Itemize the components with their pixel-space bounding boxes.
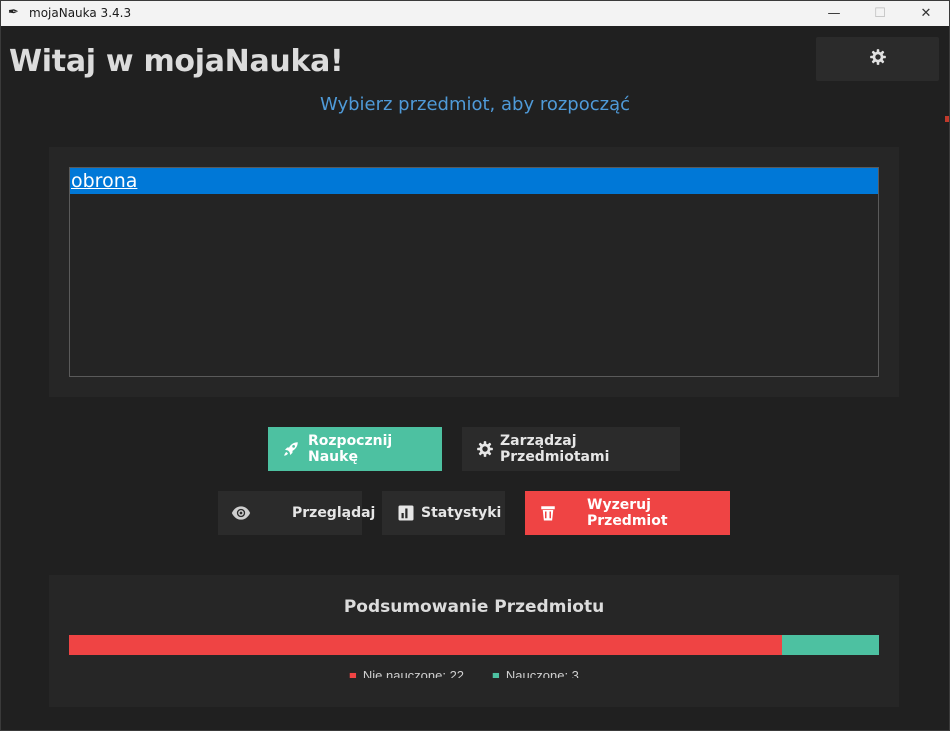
statistics-button[interactable]: Statystyki: [382, 491, 505, 535]
trash-icon: [539, 504, 557, 522]
red-dot-icon: ■: [349, 668, 357, 678]
browse-button[interactable]: Przeglądaj: [218, 491, 375, 535]
maximize-button[interactable]: ☐: [857, 1, 903, 26]
minimize-button[interactable]: —: [811, 1, 857, 26]
close-button[interactable]: ✕: [903, 1, 949, 26]
green-dot-icon: ■: [492, 668, 500, 678]
subtitle: Wybierz przedmiot, aby rozpocząć: [319, 94, 631, 115]
chart-icon: [397, 504, 415, 522]
page-title: Witaj w mojaNauka!: [9, 44, 344, 79]
main-area: Witaj w mojaNauka! Wybierz przedmiot, ab…: [1, 26, 949, 730]
start-learning-label: Rozpocznij Naukę: [308, 433, 393, 465]
summary-title: Podsumowanie Przedmiotu: [343, 597, 605, 617]
subject-summary-panel: Podsumowanie Przedmiotu ■ Nie nauczone: 2…: [49, 575, 899, 707]
not-learned-segment: [69, 635, 782, 655]
start-learning-button[interactable]: Rozpocznij Naukę: [268, 427, 442, 471]
list-item[interactable]: obrona: [70, 168, 878, 194]
rocket-icon: [282, 440, 300, 458]
gear-icon: [476, 440, 494, 458]
reset-subject-button[interactable]: Wyzeruj Przedmiot: [525, 491, 730, 535]
legend-not-learned: ■ Nie nauczone: 22: [349, 668, 464, 678]
window-title: mojaNauka 3.4.3: [29, 6, 132, 20]
progress-bar: [69, 635, 879, 655]
settings-button[interactable]: [816, 37, 939, 81]
legend: ■ Nie nauczone: 22 ■ Nauczone: 3: [49, 665, 899, 678]
learned-segment: [781, 635, 879, 655]
browse-label: Przeglądaj: [292, 505, 376, 521]
gear-icon: [869, 48, 887, 71]
reset-subject-label: Wyzeruj Przedmiot: [587, 497, 668, 529]
subject-listbox[interactable]: obrona: [69, 167, 879, 377]
eye-icon: [231, 505, 251, 521]
manage-subjects-label: Zarządzaj Przedmiotami: [500, 433, 610, 465]
subject-list-panel: obrona: [49, 147, 899, 397]
title-bar: ✒ mojaNauka 3.4.3 — ☐ ✕: [1, 1, 949, 26]
app-window: ✒ mojaNauka 3.4.3 — ☐ ✕ Witaj w mojaNauk…: [0, 0, 950, 731]
manage-subjects-button[interactable]: Zarządzaj Przedmiotami: [462, 427, 680, 471]
feather-icon: ✒: [8, 5, 19, 20]
legend-learned: ■ Nauczone: 3: [492, 668, 579, 678]
edge-marker: [945, 116, 949, 122]
statistics-label: Statystyki: [421, 505, 502, 521]
